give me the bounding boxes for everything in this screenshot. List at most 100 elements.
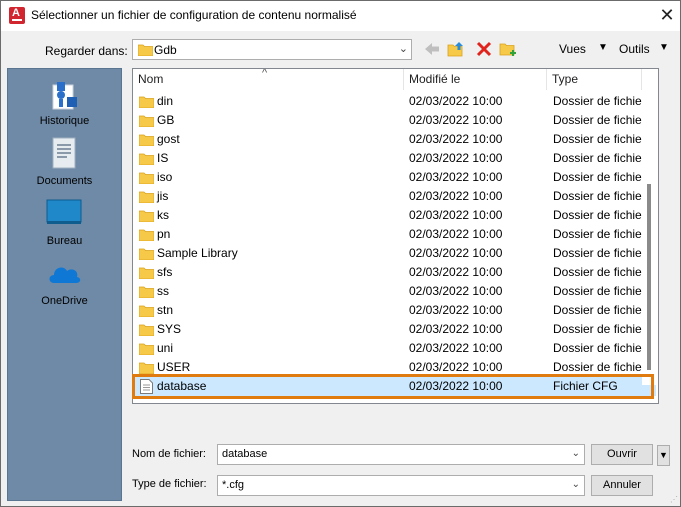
- close-icon[interactable]: ✕: [656, 4, 678, 26]
- autocad-app-icon: A: [9, 7, 25, 24]
- tools-caret-icon[interactable]: ▼: [659, 42, 669, 53]
- vertical-scrollbar[interactable]: [642, 89, 656, 385]
- folder-icon: [139, 115, 154, 127]
- views-caret-icon[interactable]: ▼: [598, 42, 608, 53]
- documents-icon: [52, 137, 76, 169]
- file-date: 02/03/2022 10:00: [409, 189, 503, 203]
- column-header-modified[interactable]: Modifié le: [404, 69, 547, 90]
- scroll-thumb[interactable]: [647, 184, 651, 370]
- file-name: uni: [157, 341, 174, 355]
- table-row[interactable]: stn 02/03/2022 10:00 Dossier de fichiers: [133, 301, 656, 320]
- file-type: Dossier de fichiers: [553, 303, 652, 317]
- table-row[interactable]: jis 02/03/2022 10:00 Dossier de fichiers: [133, 187, 656, 206]
- folder-icon: [139, 96, 154, 108]
- file-name: GB: [157, 113, 175, 127]
- folder-icon: [139, 229, 154, 241]
- table-row[interactable]: USER 02/03/2022 10:00 Dossier de fichiers: [133, 358, 656, 377]
- file-date: 02/03/2022 10:00: [409, 246, 503, 260]
- file-type: Dossier de fichiers: [553, 284, 652, 298]
- file-name: iso: [157, 170, 173, 184]
- table-row[interactable]: sfs 02/03/2022 10:00 Dossier de fichiers: [133, 263, 656, 282]
- tools-menu[interactable]: Outils: [619, 42, 650, 56]
- place-bureau[interactable]: Bureau: [8, 197, 121, 252]
- column-header-type[interactable]: Type: [547, 69, 642, 90]
- folder-icon: [139, 305, 154, 317]
- file-date: 02/03/2022 10:00: [409, 151, 503, 165]
- open-options-icon[interactable]: ▼: [657, 445, 670, 466]
- file-type: Dossier de fichiers: [553, 151, 652, 165]
- onedrive-icon: [49, 267, 81, 283]
- file-date: 02/03/2022 10:00: [409, 303, 503, 317]
- filetype-label: Type de fichier:: [132, 478, 207, 490]
- filename-input[interactable]: database ⌄: [217, 444, 585, 465]
- table-row[interactable]: GB 02/03/2022 10:00 Dossier de fichiers: [133, 111, 656, 130]
- table-row[interactable]: ss 02/03/2022 10:00 Dossier de fichiers: [133, 282, 656, 301]
- table-row[interactable]: din 02/03/2022 10:00 Dossier de fichiers: [133, 92, 656, 111]
- table-row[interactable]: uni 02/03/2022 10:00 Dossier de fichiers: [133, 339, 656, 358]
- chevron-down-icon[interactable]: ⌄: [572, 448, 580, 459]
- cancel-button[interactable]: Annuler: [591, 475, 653, 496]
- filetype-dropdown[interactable]: *.cfg ⌄: [217, 475, 585, 496]
- table-row[interactable]: iso 02/03/2022 10:00 Dossier de fichiers: [133, 168, 656, 187]
- file-date: 02/03/2022 10:00: [409, 265, 503, 279]
- file-date: 02/03/2022 10:00: [409, 132, 503, 146]
- file-date: 02/03/2022 10:00: [409, 284, 503, 298]
- filetype-value: *.cfg: [222, 479, 245, 491]
- folder-icon: [138, 44, 153, 56]
- table-row[interactable]: gost 02/03/2022 10:00 Dossier de fichiers: [133, 130, 656, 149]
- file-date: 02/03/2022 10:00: [409, 360, 503, 374]
- file-name: USER: [157, 360, 191, 374]
- file-type: Dossier de fichiers: [553, 208, 652, 222]
- table-row[interactable]: SYS 02/03/2022 10:00 Dossier de fichiers: [133, 320, 656, 339]
- back-arrow-icon[interactable]: [423, 41, 441, 57]
- table-row[interactable]: pn 02/03/2022 10:00 Dossier de fichiers: [133, 225, 656, 244]
- folder-icon: [139, 153, 154, 165]
- folder-icon: [139, 191, 154, 203]
- file-date: 02/03/2022 10:00: [409, 208, 503, 222]
- folder-icon: [139, 343, 154, 355]
- table-row[interactable]: database 02/03/2022 10:00 Fichier CFG: [133, 377, 656, 396]
- lookin-dropdown[interactable]: Gdb ⌄: [132, 39, 412, 60]
- place-label: Bureau: [46, 235, 83, 247]
- up-folder-icon[interactable]: [447, 41, 465, 57]
- filename-label: Nom de fichier:: [132, 448, 206, 460]
- file-name: pn: [157, 227, 171, 241]
- place-documents[interactable]: Documents: [8, 137, 121, 192]
- chevron-down-icon[interactable]: ⌄: [572, 479, 580, 490]
- table-row[interactable]: ks 02/03/2022 10:00 Dossier de fichiers: [133, 206, 656, 225]
- views-menu[interactable]: Vues: [559, 42, 586, 56]
- file-type: Dossier de fichiers: [553, 170, 652, 184]
- lookin-label: Regarder dans:: [45, 44, 128, 58]
- table-row[interactable]: Sample Library 02/03/2022 10:00 Dossier de…: [133, 244, 656, 263]
- folder-icon: [139, 248, 154, 260]
- file-name: database: [157, 379, 207, 393]
- file-type: Dossier de fichiers: [553, 132, 652, 146]
- place-onedrive[interactable]: OneDrive: [8, 257, 121, 312]
- column-header-name[interactable]: Nom ^: [133, 69, 404, 90]
- history-icon: [52, 82, 77, 110]
- resize-grip-icon[interactable]: ⋰: [670, 495, 678, 504]
- folder-icon: [139, 324, 154, 336]
- place-historique[interactable]: Historique: [8, 77, 121, 132]
- table-row[interactable]: IS 02/03/2022 10:00 Dossier de fichiers: [133, 149, 656, 168]
- file-icon: [140, 379, 153, 394]
- file-type: Dossier de fichiers: [553, 94, 652, 108]
- open-button[interactable]: Ouvrir: [591, 444, 653, 465]
- file-dialog: A Sélectionner un fichier de configurati…: [0, 0, 681, 507]
- file-name: ss: [157, 284, 169, 298]
- column-name-label: Nom: [138, 72, 164, 86]
- place-label: Historique: [39, 115, 90, 127]
- file-date: 02/03/2022 10:00: [409, 379, 503, 393]
- lookin-value: Gdb: [154, 43, 177, 57]
- file-name: SYS: [157, 322, 182, 336]
- place-label: Documents: [36, 175, 93, 187]
- file-type: Dossier de fichiers: [553, 322, 652, 336]
- file-type: Dossier de fichiers: [553, 265, 652, 279]
- new-folder-icon[interactable]: [499, 41, 517, 57]
- file-type: Fichier CFG: [553, 379, 618, 393]
- file-list[interactable]: Nom ^ Modifié le Type din 02/03/2022 10:0…: [132, 68, 659, 404]
- folder-icon: [139, 172, 154, 184]
- delete-icon[interactable]: [475, 41, 493, 57]
- desktop-icon: [46, 199, 82, 224]
- places-bar: Historique Documents Bureau OneDrive: [7, 68, 122, 501]
